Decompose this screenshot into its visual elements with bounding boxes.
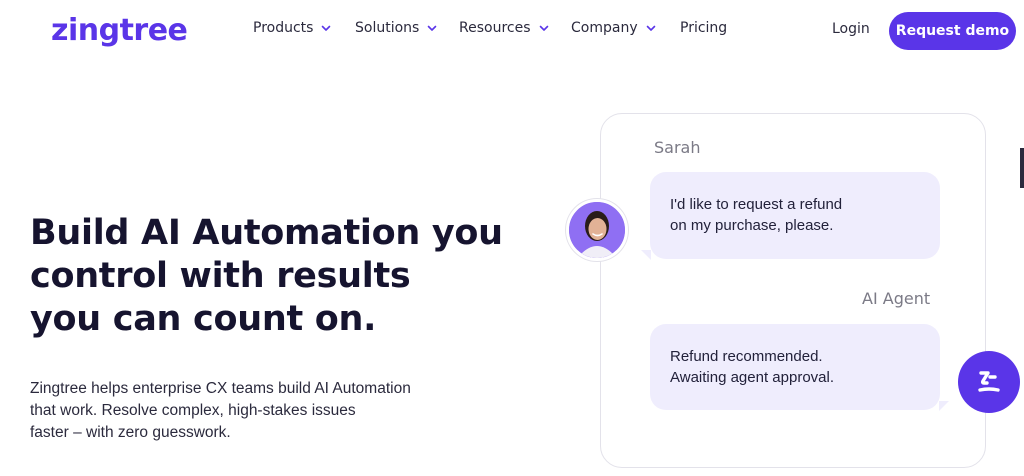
chevron-down-icon bbox=[428, 25, 437, 31]
chevron-down-icon bbox=[322, 25, 331, 31]
login-link[interactable]: Login bbox=[832, 21, 870, 37]
subtext-line: Zingtree helps enterprise CX teams build… bbox=[30, 380, 411, 397]
chevron-down-icon bbox=[646, 25, 655, 31]
user-name-label: Sarah bbox=[654, 138, 701, 157]
bubble-tail bbox=[641, 250, 651, 260]
headline-line: Build AI Automation you bbox=[30, 213, 503, 253]
nav-pricing[interactable]: Pricing bbox=[680, 20, 727, 36]
user-message-bubble: I'd like to request a refund on my purch… bbox=[650, 172, 940, 259]
bubble-tail bbox=[939, 401, 949, 411]
nav-products[interactable]: Products bbox=[253, 20, 331, 36]
nav-company-label: Company bbox=[571, 20, 638, 36]
user-avatar bbox=[566, 199, 628, 261]
nav-resources-label: Resources bbox=[459, 20, 531, 36]
nav-products-label: Products bbox=[253, 20, 314, 36]
nav-company[interactable]: Company bbox=[571, 20, 656, 36]
nav-solutions-label: Solutions bbox=[355, 20, 420, 36]
zingtree-logo[interactable]: zingtree bbox=[51, 12, 188, 50]
hero-headline: Build AI Automation you control with res… bbox=[30, 212, 550, 341]
agent-name-label: AI Agent bbox=[862, 289, 931, 308]
scrollbar-thumb[interactable] bbox=[1020, 148, 1024, 188]
agent-message-bubble: Refund recommended. Awaiting agent appro… bbox=[650, 324, 940, 410]
avatar-photo bbox=[569, 202, 625, 258]
nav-pricing-label: Pricing bbox=[680, 20, 728, 36]
chevron-down-icon bbox=[539, 25, 548, 31]
subtext-line: faster – with zero guesswork. bbox=[30, 424, 231, 441]
hero-subtext: Zingtree helps enterprise CX teams build… bbox=[30, 378, 440, 444]
nav-resources[interactable]: Resources bbox=[459, 20, 549, 36]
agent-badge bbox=[958, 351, 1020, 413]
zingtree-agent-icon bbox=[978, 371, 1000, 392]
message-line: Refund recommended. bbox=[670, 348, 823, 365]
headline-line: you can count on. bbox=[30, 299, 377, 339]
nav-solutions[interactable]: Solutions bbox=[355, 20, 437, 36]
message-line: I'd like to request a refund bbox=[670, 196, 843, 213]
subtext-line: that work. Resolve complex, high-stakes … bbox=[30, 402, 356, 419]
request-demo-button[interactable]: Request demo bbox=[889, 12, 1016, 50]
headline-line: control with results bbox=[30, 256, 411, 296]
message-line: on my purchase, please. bbox=[670, 217, 834, 234]
message-line: Awaiting agent approval. bbox=[670, 369, 835, 386]
